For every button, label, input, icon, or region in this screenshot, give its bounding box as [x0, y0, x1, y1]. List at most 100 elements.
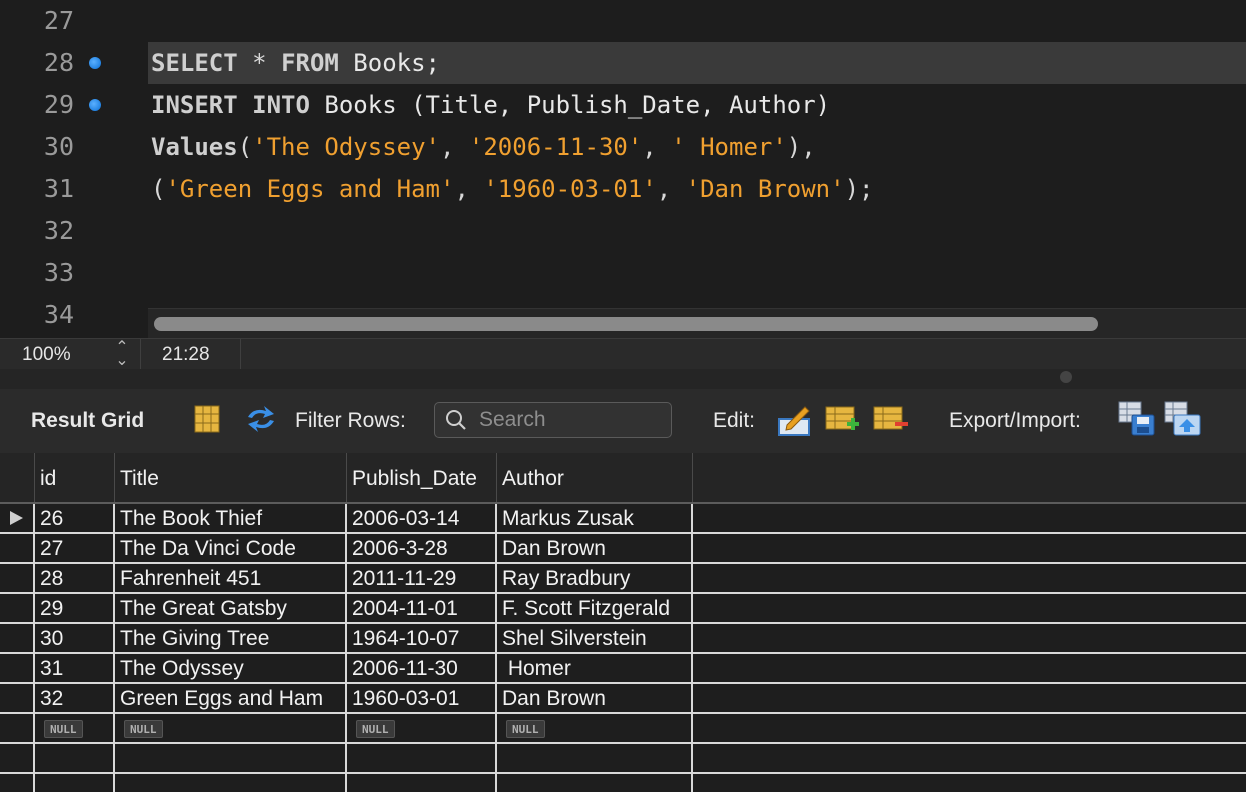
editor-horizontal-scrollbar[interactable]	[148, 308, 1246, 339]
editor-line[interactable]: 32	[0, 210, 1246, 252]
table-row[interactable]	[0, 774, 1246, 792]
cell-publish-date[interactable]: 2006-11-30	[347, 654, 497, 682]
cell-author[interactable]	[497, 744, 693, 772]
cell-publish-date[interactable]: NULL	[347, 714, 497, 742]
editor-line[interactable]: 31 ('Green Eggs and Ham', '1960-03-01', '…	[0, 168, 1246, 210]
code-text[interactable]: SELECT * FROM Books;	[148, 42, 1246, 84]
table-row[interactable]: 32 Green Eggs and Ham 1960-03-01 Dan Brown	[0, 684, 1246, 714]
cell-title[interactable]: NULL	[115, 714, 347, 742]
scrollbar-thumb[interactable]	[154, 317, 1098, 331]
row-gutter[interactable]	[0, 594, 35, 622]
cursor-position: 21:28	[162, 344, 210, 365]
cell-author[interactable]: F. Scott Fitzgerald	[497, 594, 693, 622]
cell-author[interactable]: Shel Silverstein	[497, 624, 693, 652]
cell-publish-date[interactable]	[347, 774, 497, 792]
editor-line[interactable]: 27	[0, 0, 1246, 42]
code-text[interactable]: Values('The Odyssey', '2006-11-30', ' Ho…	[148, 126, 1246, 168]
sql-editor[interactable]: 27 28 SELECT * FROM Books; 29 INSERT INTO Bo…	[0, 0, 1246, 338]
cell-id[interactable]: 27	[35, 534, 115, 562]
table-row[interactable]: 30 The Giving Tree 1964-10-07 Shel Silverst…	[0, 624, 1246, 654]
delete-row-icon[interactable]	[873, 405, 909, 435]
code-text[interactable]	[148, 252, 1246, 294]
edit-label: Edit:	[713, 409, 756, 432]
column-header-publish-date[interactable]: Publish_Date	[347, 453, 497, 502]
column-header-id[interactable]: id	[35, 453, 115, 502]
grid-layout-icon[interactable]	[194, 405, 220, 433]
filter-search-box[interactable]	[434, 402, 672, 438]
cell-author[interactable]: Dan Brown	[497, 684, 693, 712]
row-gutter[interactable]	[0, 774, 35, 792]
code-text[interactable]	[148, 210, 1246, 252]
cell-title[interactable]: The Da Vinci Code	[115, 534, 347, 562]
editor-line[interactable]: 29 INSERT INTO Books (Title, Publish_Date…	[0, 84, 1246, 126]
add-row-icon[interactable]	[825, 405, 861, 435]
cell-publish-date[interactable]: 1960-03-01	[347, 684, 497, 712]
cell-title[interactable]: Fahrenheit 451	[115, 564, 347, 592]
cell-author[interactable]: Ray Bradbury	[497, 564, 693, 592]
zoom-stepper[interactable]: ⌃ ⌄	[114, 340, 130, 369]
code-token: Values	[151, 133, 238, 161]
import-icon[interactable]	[1164, 401, 1202, 437]
cell-id[interactable]: 32	[35, 684, 115, 712]
cell-author[interactable]	[497, 774, 693, 792]
table-row[interactable]	[0, 744, 1246, 774]
cell-title[interactable]: The Great Gatsby	[115, 594, 347, 622]
cell-id[interactable]: 30	[35, 624, 115, 652]
cell-title[interactable]	[115, 744, 347, 772]
cell-title[interactable]: Green Eggs and Ham	[115, 684, 347, 712]
cell-publish-date[interactable]	[347, 744, 497, 772]
cell-author[interactable]: Markus Zusak	[497, 504, 693, 532]
cell-id[interactable]: 28	[35, 564, 115, 592]
cell-id[interactable]: 31	[35, 654, 115, 682]
cell-publish-date[interactable]: 2006-03-14	[347, 504, 497, 532]
row-gutter[interactable]	[0, 684, 35, 712]
cell-id[interactable]: NULL	[35, 714, 115, 742]
cell-title[interactable]: The Giving Tree	[115, 624, 347, 652]
editor-line[interactable]: 28 SELECT * FROM Books;	[0, 42, 1246, 84]
cell-publish-date[interactable]: 2006-3-28	[347, 534, 497, 562]
cell-title[interactable]	[115, 774, 347, 792]
code-text[interactable]: INSERT INTO Books (Title, Publish_Date, …	[148, 84, 1246, 126]
table-row[interactable]: 26 The Book Thief 2006-03-14 Markus Zusak	[0, 504, 1246, 534]
cell-id[interactable]	[35, 744, 115, 772]
row-gutter[interactable]	[0, 624, 35, 652]
code-text[interactable]	[148, 0, 1246, 42]
table-row[interactable]: 29 The Great Gatsby 2004-11-01 F. Scott Fit…	[0, 594, 1246, 624]
editor-line[interactable]: 33	[0, 252, 1246, 294]
result-grid[interactable]: id Title Publish_Date Author 26 The Book …	[0, 453, 1246, 792]
cell-id[interactable]: 26	[35, 504, 115, 532]
column-header-author[interactable]: Author	[497, 453, 693, 502]
row-gutter[interactable]	[0, 564, 35, 592]
row-gutter[interactable]	[0, 654, 35, 682]
row-gutter[interactable]	[0, 534, 35, 562]
table-row[interactable]: 31 The Odyssey 2006-11-30 Homer	[0, 654, 1246, 684]
cell-publish-date[interactable]: 2011-11-29	[347, 564, 497, 592]
cell-publish-date[interactable]: 1964-10-07	[347, 624, 497, 652]
cell-id[interactable]	[35, 774, 115, 792]
table-row[interactable]: 27 The Da Vinci Code 2006-3-28 Dan Brown	[0, 534, 1246, 564]
editor-line[interactable]: 30 Values('The Odyssey', '2006-11-30', ' …	[0, 126, 1246, 168]
splitter-handle[interactable]	[1060, 371, 1072, 383]
cell-title[interactable]: The Book Thief	[115, 504, 347, 532]
table-row[interactable]: NULL NULL NULL NULL	[0, 714, 1246, 744]
cell-author[interactable]: Dan Brown	[497, 534, 693, 562]
table-row[interactable]: 28 Fahrenheit 451 2011-11-29 Ray Bradbury	[0, 564, 1246, 594]
refresh-icon[interactable]	[244, 405, 278, 433]
cell-author[interactable]: NULL	[497, 714, 693, 742]
cell-id[interactable]: 29	[35, 594, 115, 622]
row-gutter[interactable]	[0, 714, 35, 742]
code-token: ' Homer'	[671, 133, 787, 161]
code-token: Books (Title, Publish_Date, Author)	[309, 91, 831, 119]
row-gutter[interactable]	[0, 744, 35, 772]
panel-splitter[interactable]	[0, 369, 1246, 389]
edit-row-icon[interactable]	[777, 403, 813, 437]
cell-title[interactable]: The Odyssey	[115, 654, 347, 682]
search-input[interactable]	[477, 405, 667, 435]
column-header-title[interactable]: Title	[115, 453, 347, 502]
export-icon[interactable]	[1118, 401, 1156, 437]
row-gutter[interactable]	[0, 504, 35, 532]
cell-publish-date[interactable]: 2004-11-01	[347, 594, 497, 622]
code-text[interactable]: ('Green Eggs and Ham', '1960-03-01', 'Da…	[148, 168, 1246, 210]
code-token: INSERT	[151, 91, 238, 119]
cell-author[interactable]: Homer	[497, 654, 693, 682]
